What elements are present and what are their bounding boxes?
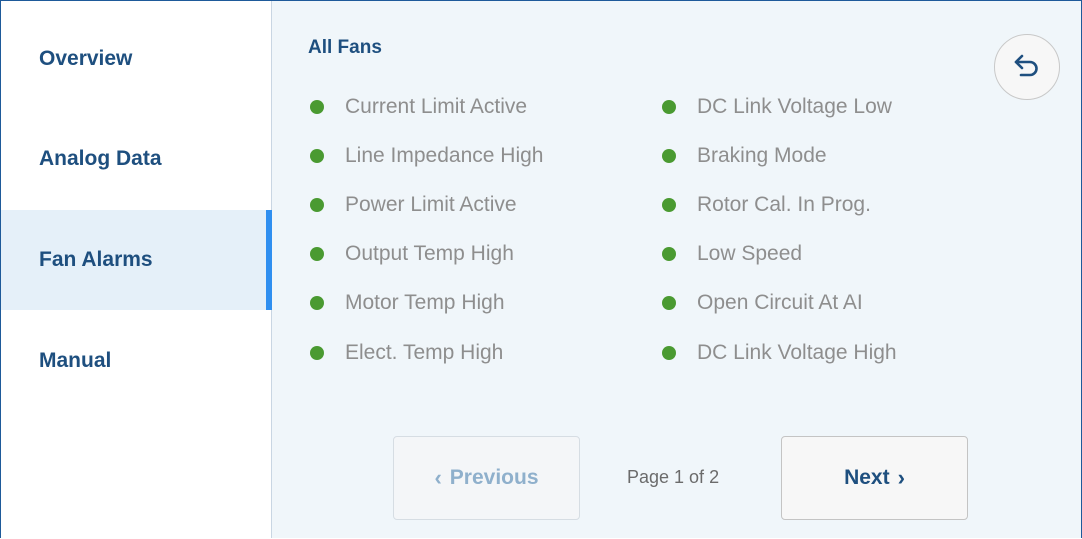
- status-dot-icon: [310, 247, 324, 261]
- alarm-label: Output Temp High: [345, 242, 514, 265]
- alarm-item: Current Limit Active: [310, 95, 527, 119]
- status-dot-icon: [310, 346, 324, 360]
- page-indicator: Page 1 of 2: [627, 467, 720, 487]
- alarm-item: Low Speed: [662, 242, 802, 266]
- next-label: Next: [844, 466, 890, 489]
- alarm-label: Power Limit Active: [345, 193, 517, 216]
- alarm-item: Braking Mode: [662, 144, 827, 168]
- alarm-item: Motor Temp High: [310, 291, 505, 315]
- alarm-label: Current Limit Active: [345, 95, 528, 118]
- status-dot-icon: [310, 100, 324, 114]
- alarm-label: Open Circuit At AI: [697, 291, 863, 314]
- status-dot-icon: [310, 296, 324, 310]
- alarm-label: Elect. Temp High: [345, 341, 504, 364]
- status-dot-icon: [662, 346, 676, 360]
- sidebar-item-analog-data[interactable]: Analog Data: [1, 109, 271, 209]
- alarm-label: DC Link Voltage High: [697, 341, 897, 364]
- sidebar-item-fan-alarms[interactable]: Fan Alarms: [1, 210, 272, 310]
- chevron-right-icon: ›: [897, 465, 905, 490]
- alarm-item: Output Temp High: [310, 242, 514, 266]
- chevron-left-icon: ‹: [434, 465, 442, 490]
- status-dot-icon: [310, 198, 324, 212]
- alarm-item: Open Circuit At AI: [662, 291, 863, 315]
- sidebar-item-overview[interactable]: Overview: [1, 9, 271, 109]
- sidebar-item-label: Fan Alarms: [39, 248, 153, 271]
- alarm-item: DC Link Voltage High: [662, 341, 897, 365]
- sidebar: Overview Analog Data Fan Alarms Manual: [1, 1, 272, 538]
- undo-arrow-icon: [1014, 54, 1038, 77]
- status-dot-icon: [662, 100, 676, 114]
- alarm-item: Power Limit Active: [310, 193, 517, 217]
- main-panel: All Fans Current Limit Active Line Imped…: [272, 1, 1081, 538]
- alarm-item: Elect. Temp High: [310, 341, 503, 365]
- alarm-label: Low Speed: [697, 242, 803, 265]
- alarm-label: Braking Mode: [697, 144, 827, 167]
- app-frame: Overview Analog Data Fan Alarms Manual A…: [0, 0, 1082, 538]
- status-dot-icon: [662, 149, 676, 163]
- alarm-item: Rotor Cal. In Prog.: [662, 193, 871, 217]
- sidebar-item-label: Overview: [39, 47, 133, 70]
- alarm-label: Rotor Cal. In Prog.: [697, 193, 871, 216]
- status-dot-icon: [662, 198, 676, 212]
- back-button[interactable]: [994, 34, 1060, 100]
- next-button[interactable]: Next ›: [781, 436, 968, 520]
- alarm-item: Line Impedance High: [310, 144, 543, 168]
- alarm-label: DC Link Voltage Low: [697, 95, 892, 118]
- alarm-item: DC Link Voltage Low: [662, 95, 892, 119]
- sidebar-item-manual[interactable]: Manual: [1, 311, 271, 411]
- previous-button[interactable]: ‹ Previous: [393, 436, 580, 520]
- alarm-label: Line Impedance High: [345, 144, 544, 167]
- sidebar-item-label: Manual: [39, 349, 112, 372]
- sidebar-item-label: Analog Data: [39, 147, 162, 170]
- previous-label: Previous: [449, 466, 539, 489]
- alarm-label: Motor Temp High: [345, 291, 505, 314]
- status-dot-icon: [662, 296, 676, 310]
- status-dot-icon: [662, 247, 676, 261]
- page-title: All Fans: [308, 37, 382, 58]
- status-dot-icon: [310, 149, 324, 163]
